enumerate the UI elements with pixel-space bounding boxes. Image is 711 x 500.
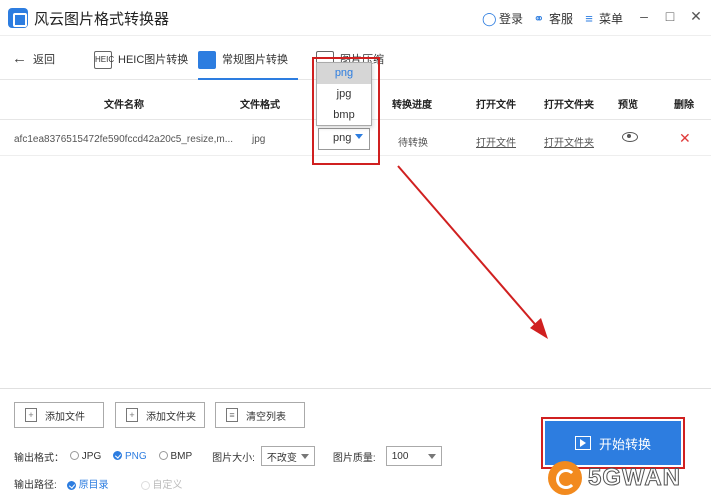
watermark-logo-icon [548, 461, 582, 495]
add-file-label: 添加文件 [45, 411, 85, 423]
add-folder-icon: + [126, 408, 138, 422]
radio-custom-dir[interactable]: 自定义 [140, 476, 183, 491]
size-value: 不改变 [266, 452, 297, 464]
add-file-icon: + [25, 408, 37, 422]
quality-select[interactable]: 100 [385, 446, 442, 466]
radio-original-label: 原目录 [78, 480, 109, 491]
clear-list-label: 清空列表 [246, 411, 286, 423]
output-format-label: 输出格式： [14, 452, 64, 464]
radio-custom-circle [140, 480, 150, 490]
chevron-down-icon [427, 453, 436, 459]
radio-png-label: PNG [125, 450, 147, 462]
size-label: 图片大小: [212, 452, 255, 464]
radio-jpg-circle [70, 451, 79, 461]
quality-label: 图片质量: [332, 452, 376, 464]
watermark: 5GWAN [548, 458, 708, 498]
radio-bmp-label: BMP [170, 450, 193, 462]
radio-original-circle [66, 480, 76, 490]
trash-icon: ≡ [226, 408, 238, 422]
radio-jpg[interactable]: JPG [70, 451, 101, 462]
radio-png-circle [113, 451, 123, 461]
radio-original-dir[interactable]: 原目录 [66, 476, 109, 491]
radio-png[interactable]: PNG [113, 450, 147, 462]
add-folder-button[interactable]: + 添加文件夹 [115, 402, 205, 428]
clear-list-button[interactable]: ≡ 清空列表 [215, 402, 305, 428]
radio-jpg-label: JPG [81, 450, 102, 462]
add-folder-label: 添加文件夹 [146, 411, 196, 423]
radio-bmp[interactable]: BMP [158, 450, 193, 462]
output-options-row: 输出格式： JPG PNG BMP 图片大小: 不改变 图片质量: 100 [14, 446, 442, 466]
chevron-down-icon [300, 453, 309, 459]
quality-value: 100 [391, 450, 409, 462]
radio-custom-label: 自定义 [152, 480, 183, 491]
output-path-label: 输出路径: [14, 480, 57, 491]
watermark-text: 5GWAN [587, 464, 682, 492]
radio-bmp-circle [158, 451, 168, 461]
add-file-button[interactable]: + 添加文件 [14, 402, 104, 428]
size-select[interactable]: 不改变 [260, 446, 315, 466]
output-path-row: 输出路径: 原目录 自定义 [14, 476, 182, 491]
annotation-arrow-line [397, 165, 541, 331]
